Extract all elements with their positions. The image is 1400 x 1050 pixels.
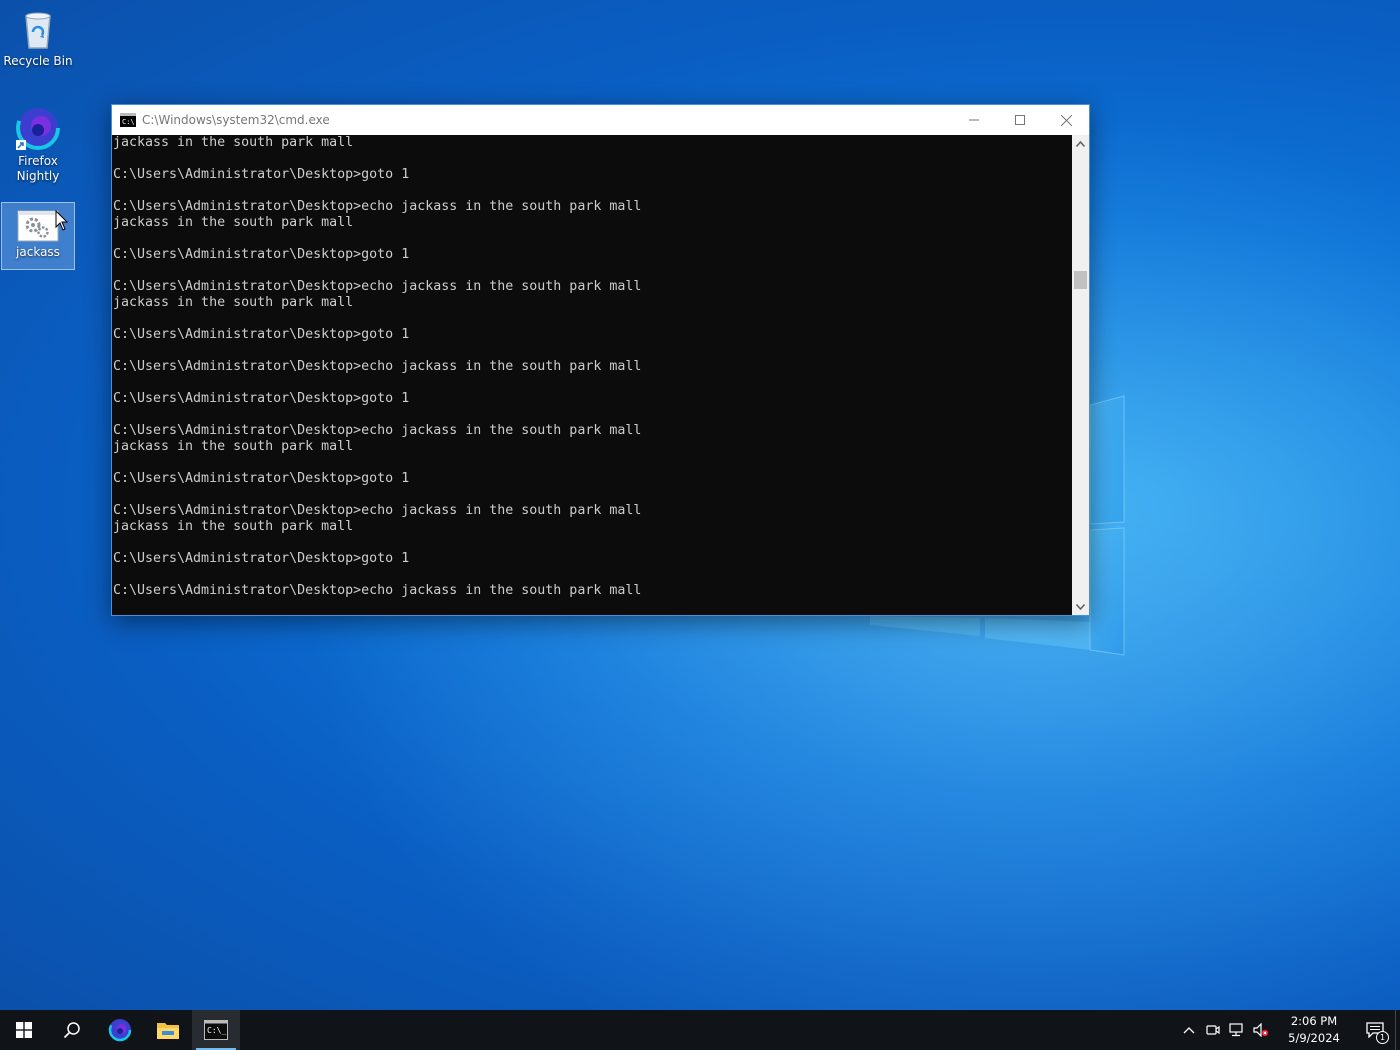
console-line: jackass in the south park mall [113, 439, 354, 454]
start-button[interactable] [0, 1010, 48, 1050]
taskbar-firefox-nightly[interactable] [96, 1010, 144, 1050]
notification-count-badge: 1 [1376, 1031, 1389, 1044]
batch-file-icon [17, 210, 59, 242]
show-hidden-icons-button[interactable] [1177, 1010, 1201, 1050]
console-line: C:\Users\Administrator\Desktop>goto 1 [113, 167, 410, 182]
desktop-icon-firefox-nightly[interactable]: Firefox Nightly [1, 104, 75, 190]
vertical-scrollbar[interactable] [1072, 135, 1089, 615]
minimize-icon [969, 119, 979, 121]
console-line: C:\Users\Administrator\Desktop>goto 1 [113, 471, 410, 486]
meet-now-button[interactable] [1201, 1010, 1225, 1050]
console-line: C:\Users\Administrator\Desktop>echo jack… [113, 359, 642, 374]
scroll-up-button[interactable] [1072, 135, 1089, 152]
scroll-down-button[interactable] [1072, 598, 1089, 615]
desktop-icon-label: Firefox Nightly [16, 154, 60, 183]
maximize-button[interactable] [997, 105, 1043, 135]
chevron-up-icon [1183, 1027, 1195, 1034]
window-title: C:\Windows\system32\cmd.exe [142, 113, 330, 127]
console-line: C:\Users\Administrator\Desktop>echo jack… [113, 583, 642, 598]
recycle-bin-icon [25, 12, 51, 49]
volume-muted-icon [1253, 1023, 1269, 1037]
console-line: C:\Users\Administrator\Desktop>goto 1 [113, 327, 410, 342]
desktop-icon-label: Recycle Bin [3, 54, 73, 68]
search-icon [63, 1022, 80, 1039]
console-line: C:\Users\Administrator\Desktop>echo jack… [113, 279, 642, 294]
console-line: C:\Users\Administrator\Desktop>goto 1 [113, 247, 410, 262]
meet-now-icon [1206, 1025, 1220, 1035]
chevron-down-icon [1076, 603, 1085, 610]
volume-button[interactable] [1249, 1010, 1273, 1050]
firefox-nightly-icon [16, 106, 60, 150]
cmd-window[interactable]: C:\ C:\Windows\system32\cmd.exe jackass … [111, 104, 1090, 616]
console-line: jackass in the south park mall [113, 519, 354, 534]
desktop-icon-recycle-bin[interactable]: Recycle Bin [1, 6, 75, 76]
show-desktop-button[interactable] [1395, 1010, 1400, 1050]
minimize-button[interactable] [951, 105, 997, 135]
clock-date: 5/9/2024 [1288, 1031, 1340, 1045]
svg-text:C:\_: C:\_ [207, 1026, 226, 1035]
console-line: C:\Users\Administrator\Desktop>echo jack… [113, 423, 642, 438]
svg-text:C:\: C:\ [122, 118, 135, 126]
taskbar-cmd[interactable]: C:\_ [192, 1010, 240, 1050]
cmd-app-icon: C:\ [120, 113, 136, 127]
action-center-button[interactable]: 1 [1355, 1010, 1395, 1050]
window-titlebar[interactable]: C:\ C:\Windows\system32\cmd.exe [112, 105, 1089, 135]
firefox-nightly-icon [108, 1018, 132, 1042]
taskbar: C:\_ 2:06 PM 5/9/2024 1 [0, 1010, 1400, 1050]
network-button[interactable] [1225, 1010, 1249, 1050]
network-icon [1229, 1023, 1243, 1037]
console-line: C:\Users\Administrator\Desktop>echo jack… [113, 503, 642, 518]
cmd-icon: C:\_ [204, 1020, 228, 1040]
clock-time: 2:06 PM [1290, 1014, 1338, 1028]
console-line: C:\Users\Administrator\Desktop>goto 1 [113, 391, 410, 406]
console-line: C:\Users\Administrator\Desktop>echo jack… [113, 199, 642, 214]
chevron-up-icon [1076, 140, 1085, 147]
search-button[interactable] [48, 1010, 96, 1050]
scroll-thumb[interactable] [1074, 271, 1087, 289]
close-icon [1060, 114, 1072, 126]
system-tray: 2:06 PM 5/9/2024 1 [1177, 1010, 1400, 1050]
taskbar-clock[interactable]: 2:06 PM 5/9/2024 [1279, 1013, 1349, 1047]
console-line: jackass in the south park mall [113, 135, 354, 150]
console-line: jackass in the south park mall [113, 295, 354, 310]
console-line: C:\Users\Administrator\Desktop>goto 1 [113, 551, 410, 566]
console-line: jackass in the south park mall [113, 215, 354, 230]
mouse-cursor-icon [55, 210, 69, 231]
maximize-icon [1015, 115, 1025, 125]
close-button[interactable] [1043, 105, 1089, 135]
file-explorer-icon [157, 1023, 179, 1039]
taskbar-file-explorer[interactable] [144, 1010, 192, 1050]
console-output[interactable]: jackass in the south park mall C:\Users\A… [112, 135, 1072, 615]
desktop-icon-label: jackass [16, 245, 60, 259]
start-windows-icon [16, 1022, 32, 1038]
